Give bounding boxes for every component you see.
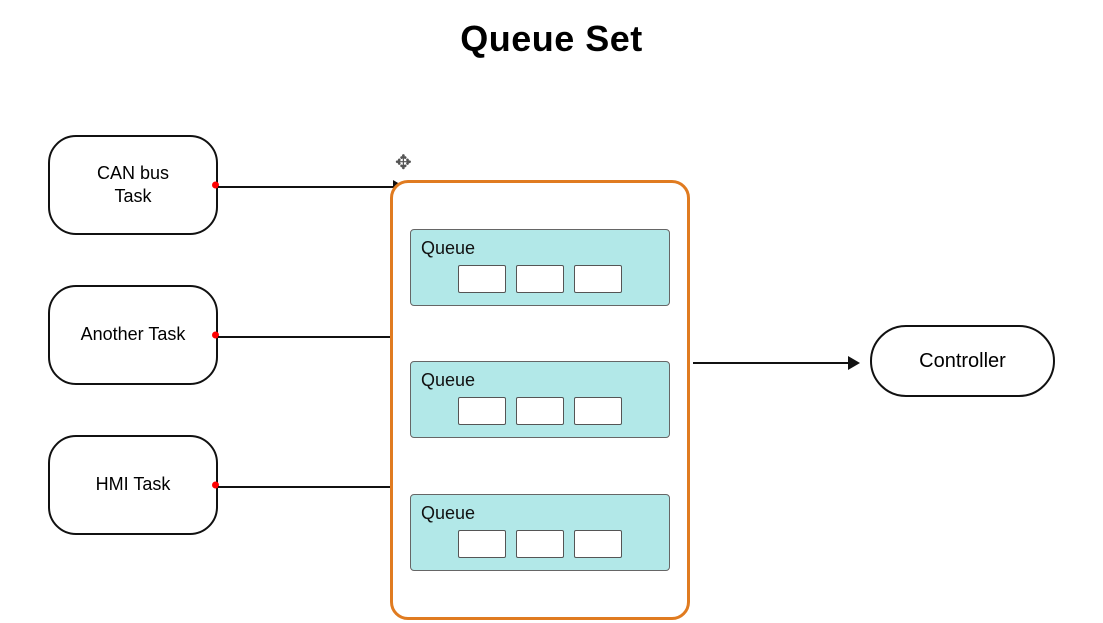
queue-item-3: Queue [410,494,670,571]
queue-slots-1 [419,265,661,293]
task-another-label: Another Task [81,323,186,346]
arrow-hmi-to-queue [218,480,405,494]
queue-slot [458,530,506,558]
queue-slots-2 [419,397,661,425]
arrow-line [218,186,393,189]
queue-label-1: Queue [419,238,661,259]
task-can-bus: CAN bus Task [48,135,218,235]
queue-slot [574,530,622,558]
queue-slot [458,265,506,293]
arrow-line [693,362,848,365]
queue-slot [516,265,564,293]
cursor-icon: ✥ [395,150,412,175]
arrow-head [848,356,860,370]
queue-slot [516,397,564,425]
task-another: Another Task [48,285,218,385]
queue-item-1: Queue [410,229,670,306]
queue-slot [516,530,564,558]
controller-label: Controller [919,350,1006,373]
arrow-line [218,486,393,489]
task-can-label: CAN bus Task [97,162,169,209]
arrow-queue-to-controller [693,356,860,370]
queue-slot [574,265,622,293]
arrow-can-to-queue [218,180,405,194]
controller-box: Controller [870,325,1055,397]
queue-label-3: Queue [419,503,661,524]
task-hmi: HMI Task [48,435,218,535]
task-hmi-label: HMI Task [96,473,171,496]
page-title: Queue Set [0,0,1103,60]
queue-slot [574,397,622,425]
queue-item-2: Queue [410,361,670,438]
queue-slot [458,397,506,425]
queue-set-container: Queue Queue Queue [390,180,690,620]
diagram: ✥ CAN bus Task Another Task HMI Task Que… [0,70,1103,620]
queue-slots-3 [419,530,661,558]
arrow-line [218,336,393,339]
arrow-another-to-queue [218,330,405,344]
queue-label-2: Queue [419,370,661,391]
